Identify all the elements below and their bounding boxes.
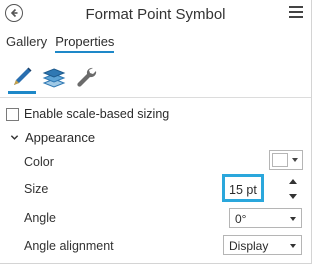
tab-properties[interactable]: Properties	[55, 34, 115, 53]
appearance-heading: Appearance	[25, 130, 96, 145]
scale-sizing-label: Enable scale-based sizing	[24, 107, 170, 121]
wrench-icon[interactable]	[70, 62, 102, 92]
chevron-down-icon	[290, 244, 296, 248]
color-picker[interactable]	[269, 150, 303, 170]
size-input[interactable]: 15 pt	[222, 174, 264, 202]
color-swatch	[272, 153, 288, 167]
angle-alignment-value: Display	[229, 239, 269, 253]
layers-icon[interactable]	[38, 62, 70, 92]
pane-title: Format Point Symbol	[85, 6, 226, 23]
symbol-tool-row	[6, 62, 102, 94]
spin-down-icon[interactable]	[289, 194, 297, 199]
chevron-down-icon	[10, 135, 19, 140]
divider	[0, 97, 311, 98]
symbol-brush-icon[interactable]	[6, 62, 38, 94]
angle-value: 0°	[235, 212, 247, 226]
size-label: Size	[24, 182, 49, 196]
spin-up-icon[interactable]	[289, 179, 297, 184]
scale-sizing-row: Enable scale-based sizing	[6, 107, 169, 121]
angle-label: Angle	[24, 211, 56, 225]
tab-gallery[interactable]: Gallery	[6, 34, 47, 53]
size-spinner[interactable]	[285, 178, 301, 200]
angle-alignment-dropdown[interactable]: Display	[223, 235, 302, 255]
chevron-down-icon	[290, 217, 296, 221]
angle-dropdown[interactable]: 0°	[229, 208, 302, 228]
scale-sizing-checkbox[interactable]	[6, 107, 19, 121]
hamburger-menu-icon[interactable]	[289, 6, 303, 18]
color-label: Color	[24, 155, 54, 169]
chevron-down-icon	[292, 158, 298, 162]
tab-strip: Gallery Properties	[6, 34, 115, 53]
appearance-section-toggle[interactable]: Appearance	[10, 130, 95, 145]
angle-alignment-label: Angle alignment	[24, 239, 114, 253]
format-point-symbol-pane: Format Point Symbol Gallery Properties E…	[0, 0, 312, 264]
